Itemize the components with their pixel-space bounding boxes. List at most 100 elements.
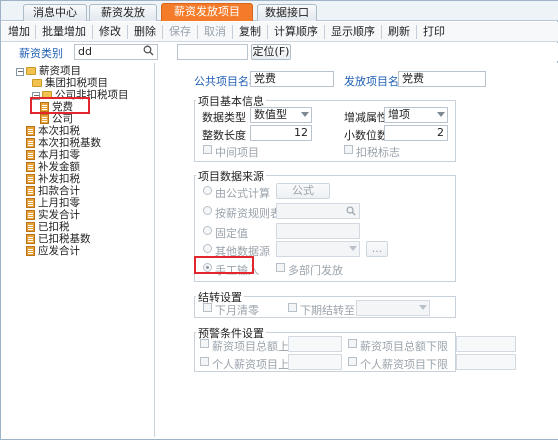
total-upper-input[interactable] xyxy=(288,336,342,352)
salary-item-icon xyxy=(26,198,35,208)
salary-category-label: 薪资类别 xyxy=(19,47,63,60)
personal-upper-input[interactable] xyxy=(288,354,342,370)
tree-item[interactable]: 本月扣零 xyxy=(26,149,80,161)
display-order-button[interactable]: 显示顺序 xyxy=(327,23,379,41)
tree-item[interactable]: 补发扣税 xyxy=(26,173,80,185)
inc-dec-select[interactable]: 增项 xyxy=(384,107,448,123)
chevron-down-icon xyxy=(349,246,357,251)
toolbar: 增加 批量增加 修改 删除 保存 取消 复制 计算顺序 显示顺序 刷新 打印 xyxy=(1,22,558,42)
total-lower-checkbox[interactable] xyxy=(348,339,357,348)
highlight-box xyxy=(194,256,254,274)
intermediate-checkbox[interactable] xyxy=(203,145,212,154)
more-button[interactable]: ... xyxy=(366,241,388,257)
toolbar-divider xyxy=(381,25,382,39)
chevron-down-icon xyxy=(437,112,445,117)
total-lower-input[interactable] xyxy=(456,336,516,352)
highlight-box xyxy=(30,97,90,114)
tree-item[interactable]: 上月扣零 xyxy=(26,197,80,209)
delete-button[interactable]: 删除 xyxy=(130,23,160,41)
cancel-button[interactable]: 取消 xyxy=(200,23,230,41)
tree-item-label: 公司 xyxy=(52,113,73,125)
data-type-label: 数据类型 xyxy=(202,111,246,124)
tab-data-interface[interactable]: 数据接口 xyxy=(257,4,317,21)
data-source-title: 项目数据来源 xyxy=(196,168,266,184)
tree-item-label: 已扣税 xyxy=(38,221,70,233)
tree-item-label: 扣款合计 xyxy=(38,185,80,197)
locate-input[interactable] xyxy=(177,44,248,60)
public-name-input[interactable]: 党费 xyxy=(250,71,334,87)
personal-lower-checkbox[interactable] xyxy=(348,357,357,366)
other-source-radio[interactable] xyxy=(203,244,212,253)
salary-item-icon xyxy=(26,186,35,196)
tab-salary-release[interactable]: 薪资发放 xyxy=(89,4,157,21)
carry-next-period-label: 下期结转至 xyxy=(300,304,355,317)
carry-next-period-select[interactable] xyxy=(356,300,430,316)
data-type-select[interactable]: 数值型 xyxy=(250,107,312,123)
tree-item[interactable]: 应发合计 xyxy=(26,245,80,257)
tree-item[interactable]: 已扣税基数 xyxy=(26,233,91,245)
tree-item[interactable]: 实发合计 xyxy=(26,209,80,221)
carry-next-period-checkbox[interactable] xyxy=(288,303,297,312)
total-upper-label: 薪资项目总额上限 xyxy=(212,340,300,353)
decimals-input[interactable]: 2 xyxy=(384,125,448,141)
toolbar-divider xyxy=(324,25,325,39)
salary-item-icon xyxy=(26,126,35,136)
release-name-input[interactable]: 党费 xyxy=(398,71,486,87)
collapse-icon[interactable]: − xyxy=(16,68,24,76)
salary-item-icon xyxy=(40,114,49,124)
formula-radio[interactable] xyxy=(203,186,212,195)
tree-item-label: 补发扣税 xyxy=(38,173,80,185)
int-length-input[interactable]: 12 xyxy=(250,125,312,141)
formula-button[interactable]: 公式 xyxy=(276,183,330,199)
calc-order-button[interactable]: 计算顺序 xyxy=(270,23,322,41)
personal-upper-checkbox[interactable] xyxy=(200,357,209,366)
rule-table-select[interactable] xyxy=(276,203,360,219)
personal-lower-input[interactable] xyxy=(456,354,516,370)
tree-item[interactable]: 补发金额 xyxy=(26,161,80,173)
tree-item-group-tax[interactable]: 集团扣税项目 xyxy=(32,77,108,89)
tree-root[interactable]: − 薪资项目 xyxy=(16,65,81,77)
copy-button[interactable]: 复制 xyxy=(235,23,265,41)
locate-button[interactable]: 定位(F) xyxy=(251,44,291,60)
tree-item-label: 已扣税基数 xyxy=(38,233,91,245)
tax-flag-checkbox[interactable] xyxy=(344,145,353,154)
multi-dept-checkbox[interactable] xyxy=(276,263,285,272)
tab-message-center[interactable]: 消息中心 xyxy=(23,4,87,21)
item-detail-form: 公共项目名称 党费 发放项目名称 党费 项目基本信息 数据类型 数值型 增减属性… xyxy=(156,63,558,439)
tree-item-label: 本次扣税 xyxy=(38,125,80,137)
tree-item[interactable]: 本次扣税基数 xyxy=(26,137,101,149)
fixed-value-input[interactable] xyxy=(276,223,360,239)
tree-item[interactable]: 本次扣税 xyxy=(26,125,80,137)
toolbar-divider xyxy=(416,25,417,39)
tree-item-company[interactable]: 公司 xyxy=(40,113,73,125)
search-icon[interactable] xyxy=(346,206,356,220)
multi-dept-label: 多部门发放 xyxy=(288,264,343,277)
rule-table-radio[interactable] xyxy=(203,206,212,215)
intermediate-label: 中间项目 xyxy=(215,146,259,159)
salary-item-icon xyxy=(26,246,35,256)
salary-item-icon xyxy=(26,222,35,232)
search-icon[interactable] xyxy=(143,45,154,56)
refresh-button[interactable]: 刷新 xyxy=(384,23,414,41)
salary-item-icon xyxy=(26,162,35,172)
salary-item-icon xyxy=(26,138,35,148)
tree-item[interactable]: 已扣税 xyxy=(26,221,70,233)
clear-next-month-label: 下月清零 xyxy=(215,304,259,317)
personal-upper-label: 个人薪资项目上限 xyxy=(212,358,300,371)
print-button[interactable]: 打印 xyxy=(419,23,449,41)
personal-lower-label: 个人薪资项目下限 xyxy=(360,358,448,371)
total-lower-label: 薪资项目总额下限 xyxy=(360,340,448,353)
tree-item[interactable]: 扣款合计 xyxy=(26,185,80,197)
search-row: 薪资类别 dd 定位(F) xyxy=(1,43,558,61)
fixed-value-radio[interactable] xyxy=(203,226,212,235)
tab-salary-release-items[interactable]: 薪资发放项目 xyxy=(161,3,253,21)
data-type-value: 数值型 xyxy=(254,108,287,121)
decimals-label: 小数位数 xyxy=(344,129,388,142)
total-upper-checkbox[interactable] xyxy=(200,339,209,348)
edit-button[interactable]: 修改 xyxy=(95,23,125,41)
clear-next-month-checkbox[interactable] xyxy=(203,303,212,312)
save-button[interactable]: 保存 xyxy=(165,23,195,41)
batch-add-button[interactable]: 批量增加 xyxy=(38,23,90,41)
add-button[interactable]: 增加 xyxy=(5,23,33,41)
other-source-select[interactable] xyxy=(276,241,360,257)
